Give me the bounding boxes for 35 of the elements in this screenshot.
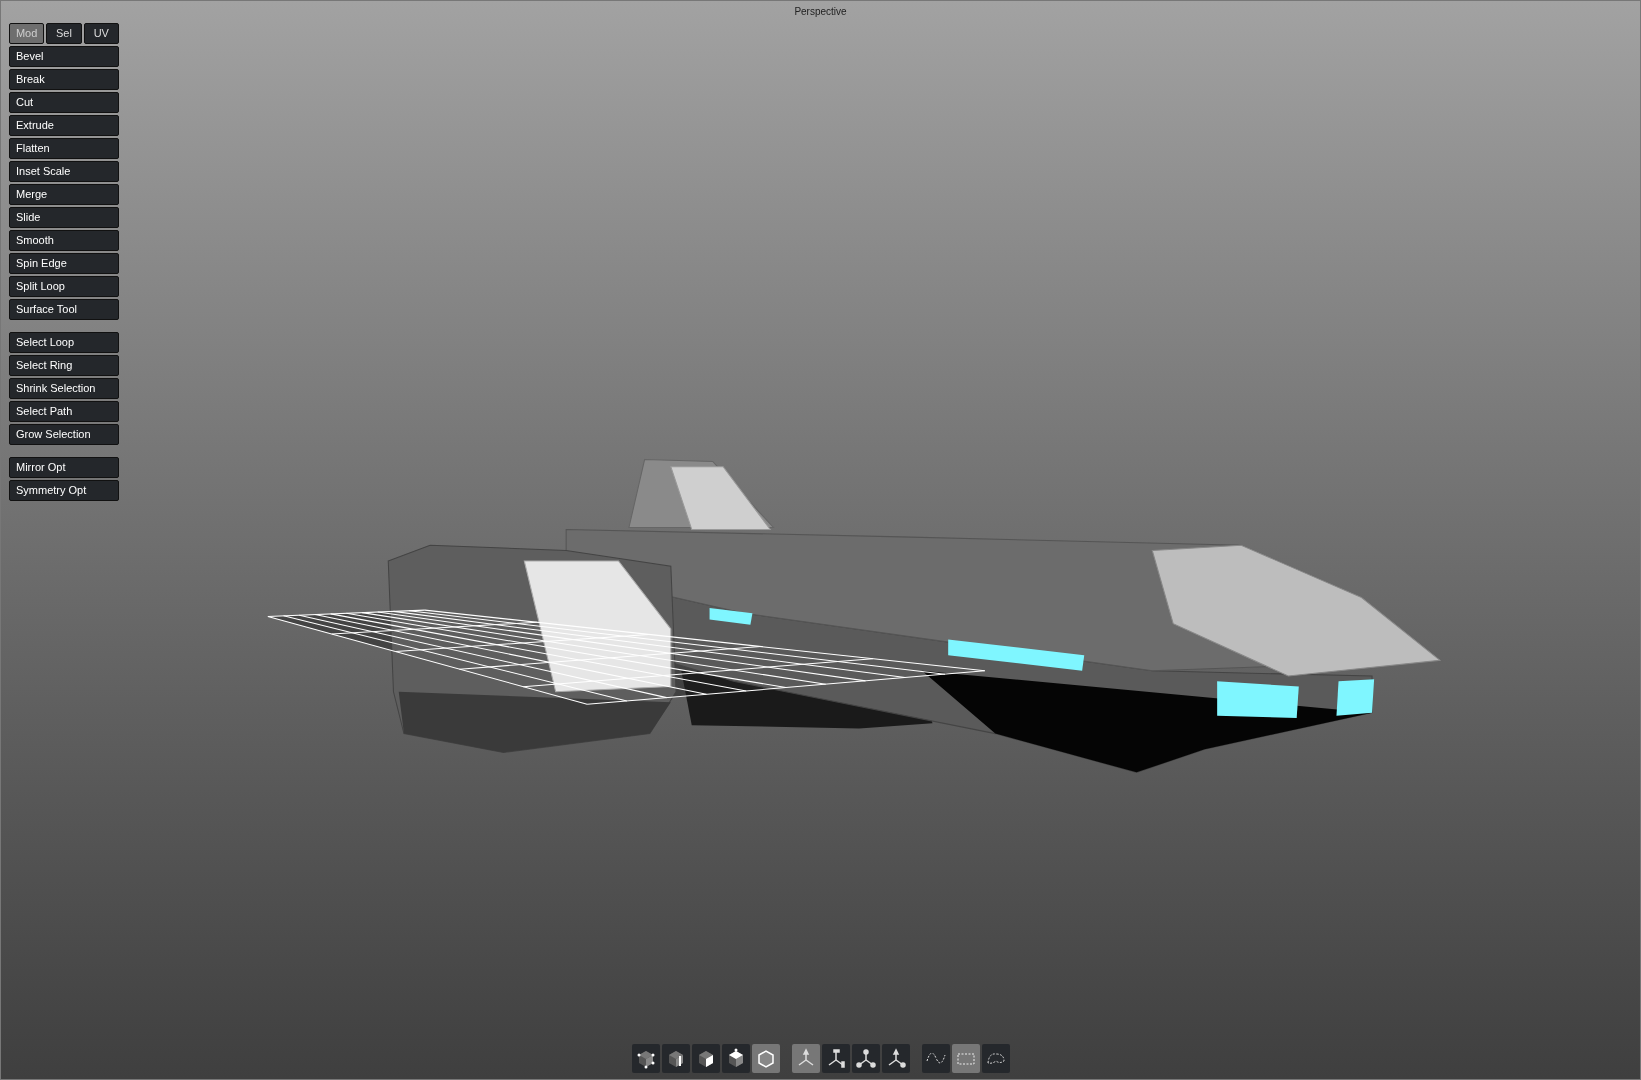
tool-button[interactable]: Bevel [9, 46, 119, 67]
tool-button[interactable]: Select Loop [9, 332, 119, 353]
toolbar-button[interactable] [851, 1044, 880, 1073]
tool-button[interactable]: Select Ring [9, 355, 119, 376]
tool-button[interactable]: Flatten [9, 138, 119, 159]
tool-button[interactable]: Slide [9, 207, 119, 228]
tool-button[interactable]: Surface Tool [9, 299, 119, 320]
tool-button[interactable]: Split Loop [9, 276, 119, 297]
dashed-blob-icon [986, 1052, 1005, 1065]
axis-balls-icon [854, 1047, 877, 1070]
mode-tab[interactable]: Sel [46, 23, 82, 44]
tool-button[interactable]: Grow Selection [9, 424, 119, 445]
toolbar-button[interactable] [751, 1044, 780, 1073]
tool-button[interactable]: Break [9, 69, 119, 90]
toolbar-button[interactable] [881, 1044, 910, 1073]
toolbar-button[interactable] [631, 1044, 660, 1073]
tool-button[interactable]: Select Path [9, 401, 119, 422]
tool-button[interactable]: Inset Scale [9, 161, 119, 182]
mode-tab[interactable]: UV [83, 23, 119, 44]
toolbar-button[interactable] [691, 1044, 720, 1073]
toolbar-button[interactable] [661, 1044, 690, 1073]
toolbar-button[interactable] [821, 1044, 850, 1073]
tool-button[interactable]: Merge [9, 184, 119, 205]
tool-button[interactable]: Extrude [9, 115, 119, 136]
viewport-title: Perspective [794, 5, 847, 19]
tool-button[interactable]: Spin Edge [9, 253, 119, 274]
tool-button[interactable]: Cut [9, 92, 119, 113]
tool-button[interactable]: Shrink Selection [9, 378, 119, 399]
dashed-rectangle-icon [956, 1052, 975, 1065]
toolbar-button[interactable] [721, 1044, 750, 1073]
tool-button[interactable]: Smooth [9, 230, 119, 251]
toolbar-button[interactable] [791, 1044, 820, 1073]
dashed-curve-icon [925, 1053, 946, 1064]
tool-button[interactable]: Mirror Opt [9, 457, 119, 478]
tool-button[interactable]: Symmetry Opt [9, 480, 119, 501]
